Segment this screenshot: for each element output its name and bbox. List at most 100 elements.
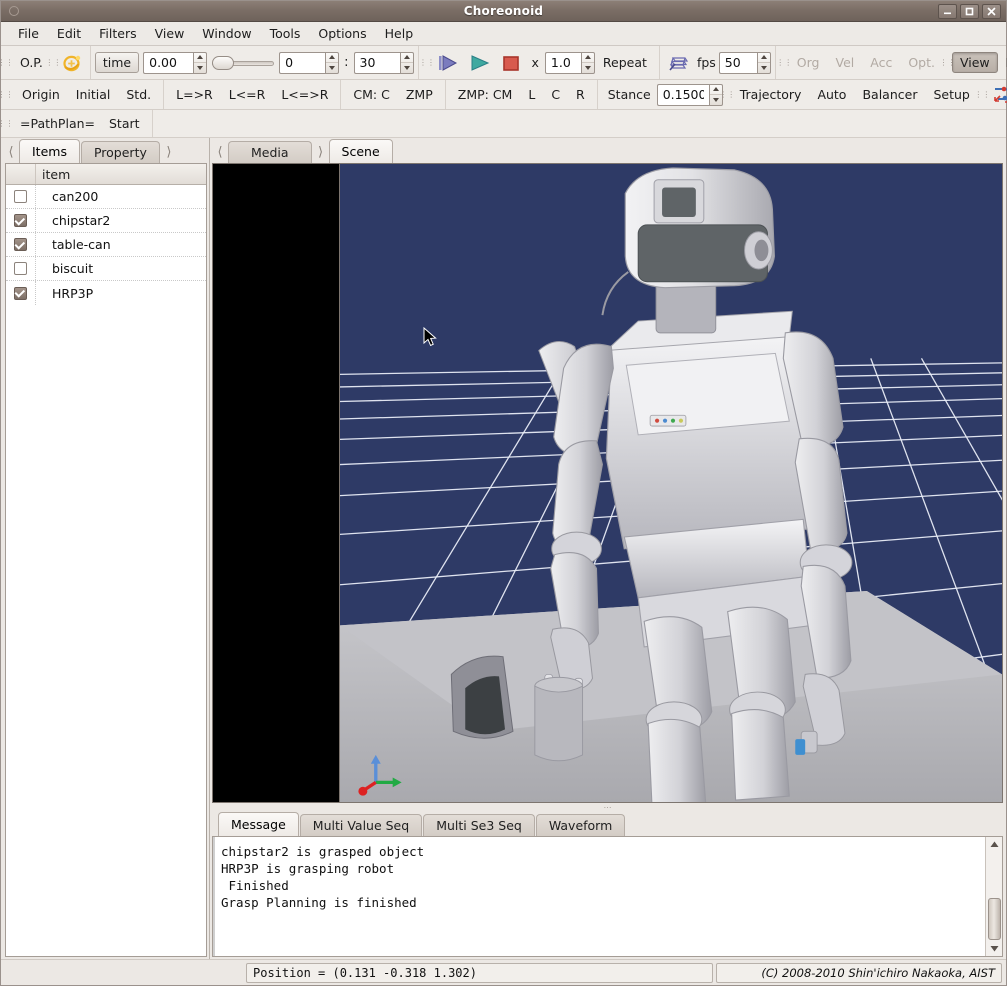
- item-checkbox-table-can[interactable]: [14, 238, 27, 251]
- range-input[interactable]: [354, 52, 400, 74]
- range-spin-arrows[interactable]: [400, 52, 414, 74]
- tab-multi-se3-seq[interactable]: Multi Se3 Seq: [423, 814, 535, 836]
- media-view[interactable]: [212, 163, 340, 803]
- left-to-right-button[interactable]: L=>R: [168, 84, 221, 105]
- left-from-right-button[interactable]: L<=R: [221, 84, 274, 105]
- std-button[interactable]: Std.: [118, 84, 159, 105]
- menu-help[interactable]: Help: [376, 23, 423, 44]
- waist-trajectory-icon[interactable]: [987, 84, 1007, 106]
- pathplan-start-button[interactable]: Start: [101, 113, 148, 134]
- fps-spin-arrows[interactable]: [757, 52, 771, 74]
- chevron-right-icon[interactable]: ⟩: [161, 141, 177, 163]
- zmp-left-button[interactable]: L: [520, 84, 543, 105]
- play-from-start-icon[interactable]: [432, 53, 464, 73]
- cm-c-button[interactable]: CM: C: [345, 84, 397, 105]
- tab-waveform[interactable]: Waveform: [536, 814, 625, 836]
- table-row[interactable]: HRP3P: [6, 281, 206, 305]
- message-scrollbar[interactable]: [985, 837, 1002, 956]
- trajectory-button[interactable]: Trajectory: [732, 84, 810, 105]
- toolbar-grip[interactable]: ⋮⋮: [780, 46, 789, 79]
- opt-button[interactable]: Opt.: [900, 52, 943, 73]
- stop-icon[interactable]: [496, 53, 526, 73]
- edit-mode-button[interactable]: Edit: [998, 52, 1007, 73]
- zmp-button[interactable]: ZMP: [398, 84, 441, 105]
- frame-spin-up[interactable]: [326, 53, 338, 64]
- toolbar-grip[interactable]: ⋮⋮: [1, 46, 10, 79]
- speed-input[interactable]: [545, 52, 581, 74]
- menu-window[interactable]: Window: [193, 23, 260, 44]
- speed-spin-up[interactable]: [582, 53, 594, 64]
- window-menu-button[interactable]: [1, 6, 27, 16]
- setup-button[interactable]: Setup: [925, 84, 977, 105]
- auto-button[interactable]: Auto: [809, 84, 854, 105]
- item-checkbox-can200[interactable]: [14, 190, 27, 203]
- tab-message[interactable]: Message: [218, 812, 299, 836]
- item-checkbox-hrp3p[interactable]: [14, 287, 27, 300]
- menu-tools[interactable]: Tools: [261, 23, 310, 44]
- fps-spinbox[interactable]: [719, 52, 771, 74]
- repeat-button[interactable]: Repeat: [595, 52, 655, 73]
- time-spin-arrows[interactable]: [193, 52, 207, 74]
- speed-spinbox[interactable]: [545, 52, 595, 74]
- table-row[interactable]: chipstar2: [6, 209, 206, 233]
- toolbar-grip[interactable]: ⋮⋮: [1, 80, 10, 109]
- orbit-icon[interactable]: [58, 53, 86, 73]
- frame-spin-down[interactable]: [326, 63, 338, 73]
- zmp-right-button[interactable]: R: [568, 84, 593, 105]
- table-row[interactable]: can200: [6, 185, 206, 209]
- toolbar-grip[interactable]: ⋮⋮: [1, 110, 10, 137]
- tab-scene[interactable]: Scene: [329, 139, 393, 163]
- left-swap-right-button[interactable]: L<=>R: [273, 84, 336, 105]
- org-button[interactable]: Org: [789, 52, 828, 73]
- tab-property[interactable]: Property: [81, 141, 160, 163]
- toolbar-grip[interactable]: ⋮⋮: [423, 46, 432, 79]
- maximize-button[interactable]: [960, 4, 979, 19]
- frame-input[interactable]: [279, 52, 325, 74]
- zmp-center-button[interactable]: C: [543, 84, 568, 105]
- close-button[interactable]: [982, 4, 1001, 19]
- menu-view[interactable]: View: [146, 23, 194, 44]
- acc-button[interactable]: Acc: [862, 52, 900, 73]
- table-row[interactable]: table-can: [6, 233, 206, 257]
- speed-spin-arrows[interactable]: [581, 52, 595, 74]
- menu-filters[interactable]: Filters: [90, 23, 145, 44]
- range-spin-up[interactable]: [401, 53, 413, 64]
- fps-input[interactable]: [719, 52, 757, 74]
- horizontal-splitter[interactable]: ⋯: [210, 803, 1006, 811]
- fps-spin-up[interactable]: [758, 53, 770, 64]
- frame-spinbox[interactable]: [279, 52, 339, 74]
- range-spinbox[interactable]: [354, 52, 414, 74]
- item-checkbox-biscuit[interactable]: [14, 262, 27, 275]
- triangle-up-icon[interactable]: [987, 837, 1002, 852]
- view-mode-button[interactable]: View: [952, 52, 998, 73]
- time-spin-down[interactable]: [194, 63, 206, 73]
- tab-items[interactable]: Items: [19, 139, 80, 163]
- time-input[interactable]: [143, 52, 193, 74]
- item-checkbox-chipstar2[interactable]: [14, 214, 27, 227]
- menu-options[interactable]: Options: [309, 23, 375, 44]
- toolbar-grip[interactable]: ⋮⋮: [943, 46, 952, 79]
- scene-view[interactable]: [340, 163, 1003, 803]
- toolbar-grip[interactable]: ⋮⋮: [978, 80, 987, 109]
- zmp-cm-button[interactable]: ZMP: CM: [450, 84, 521, 105]
- chevron-left-icon[interactable]: ⟨: [212, 141, 228, 163]
- triangle-down-icon[interactable]: [987, 941, 1002, 956]
- fps-spin-down[interactable]: [758, 63, 770, 73]
- origin-button[interactable]: Origin: [14, 84, 68, 105]
- frame-spin-arrows[interactable]: [325, 52, 339, 74]
- menu-edit[interactable]: Edit: [48, 23, 90, 44]
- play-icon[interactable]: [464, 53, 496, 73]
- time-slider-knob[interactable]: [212, 56, 234, 70]
- chevron-left-icon[interactable]: ⟨: [3, 141, 19, 163]
- stance-input[interactable]: [657, 84, 709, 106]
- time-spinbox[interactable]: [143, 52, 207, 74]
- initial-button[interactable]: Initial: [68, 84, 119, 105]
- table-row[interactable]: biscuit: [6, 257, 206, 281]
- time-button[interactable]: time: [95, 52, 139, 73]
- balancer-button[interactable]: Balancer: [854, 84, 925, 105]
- stance-spinbox[interactable]: [657, 84, 723, 106]
- vel-button[interactable]: Vel: [828, 52, 863, 73]
- tab-multi-value-seq[interactable]: Multi Value Seq: [300, 814, 422, 836]
- toolbar-grip[interactable]: ⋮⋮: [723, 80, 732, 109]
- time-spin-up[interactable]: [194, 53, 206, 64]
